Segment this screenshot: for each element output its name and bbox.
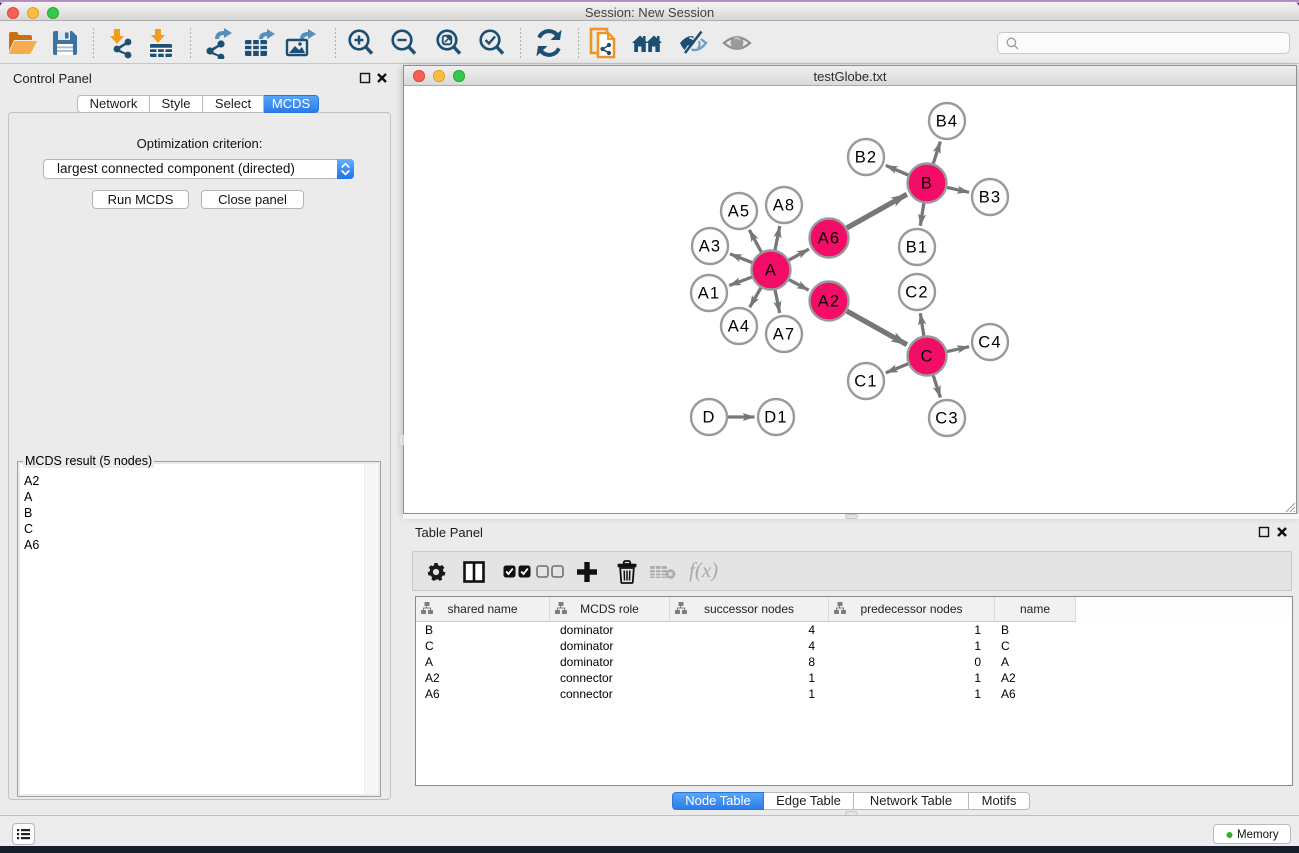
svg-text:B4: B4 [936, 113, 959, 131]
svg-text:A7: A7 [773, 326, 796, 344]
svg-text:A4: A4 [728, 318, 751, 336]
svg-text:A5: A5 [728, 203, 751, 221]
svg-text:A6: A6 [818, 230, 841, 248]
svg-text:B2: B2 [855, 149, 878, 167]
svg-text:B1: B1 [906, 239, 929, 257]
svg-text:C4: C4 [978, 334, 1002, 352]
svg-text:C2: C2 [905, 284, 929, 302]
svg-text:D: D [702, 409, 715, 427]
svg-text:A1: A1 [698, 285, 721, 303]
svg-text:C1: C1 [854, 373, 878, 391]
svg-text:A8: A8 [773, 197, 796, 215]
svg-text:C3: C3 [935, 410, 959, 428]
svg-text:B: B [921, 175, 933, 193]
svg-text:A2: A2 [818, 293, 841, 311]
svg-text:B3: B3 [979, 189, 1002, 207]
svg-text:A: A [765, 262, 777, 280]
svg-text:A3: A3 [699, 238, 722, 256]
svg-text:C: C [920, 348, 933, 366]
svg-text:D1: D1 [764, 409, 788, 427]
